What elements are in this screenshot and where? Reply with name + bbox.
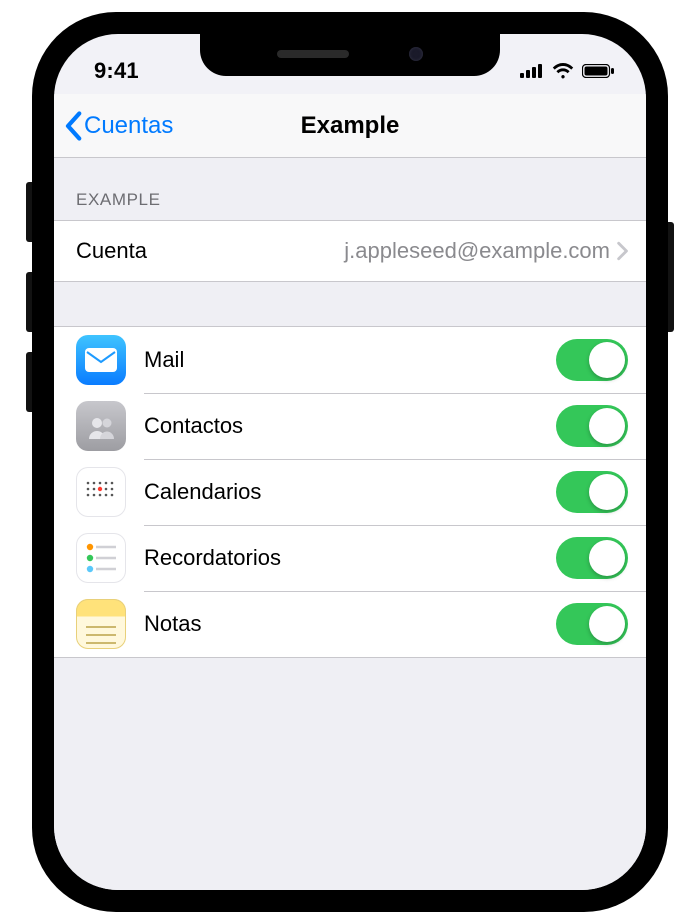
service-row-notes: Notas xyxy=(54,591,646,657)
section-gap xyxy=(54,282,646,326)
service-row-calendar: Calendarios xyxy=(54,459,646,525)
account-group: Cuenta j.appleseed@example.com xyxy=(54,220,646,282)
wifi-icon xyxy=(552,63,574,79)
battery-icon xyxy=(582,64,614,78)
account-row[interactable]: Cuenta j.appleseed@example.com xyxy=(54,221,646,281)
mail-icon xyxy=(76,335,126,385)
back-button[interactable]: Cuentas xyxy=(54,111,173,141)
notes-toggle[interactable] xyxy=(556,603,628,645)
back-label: Cuentas xyxy=(84,112,173,140)
service-label: Contactos xyxy=(144,413,556,439)
navigation-bar: Cuentas Example xyxy=(54,94,646,158)
calendar-toggle[interactable] xyxy=(556,471,628,513)
reminders-toggle[interactable] xyxy=(556,537,628,579)
account-label: Cuenta xyxy=(76,238,147,264)
section-header: Example xyxy=(54,158,646,220)
contacts-icon xyxy=(76,401,126,451)
service-label: Mail xyxy=(144,347,556,373)
notch xyxy=(200,34,500,76)
chevron-right-icon xyxy=(616,241,628,261)
service-label: Calendarios xyxy=(144,479,556,505)
chevron-left-icon xyxy=(64,111,82,141)
mail-toggle[interactable] xyxy=(556,339,628,381)
service-label: Recordatorios xyxy=(144,545,556,571)
contacts-toggle[interactable] xyxy=(556,405,628,447)
service-row-contacts: Contactos xyxy=(54,393,646,459)
reminders-icon xyxy=(76,533,126,583)
content: Example Cuenta j.appleseed@example.com M… xyxy=(54,158,646,890)
phone-frame: 9:41 Cuentas Example Example Cuenta j.ap… xyxy=(32,12,668,912)
status-indicators xyxy=(520,63,614,79)
status-time: 9:41 xyxy=(94,58,139,84)
service-row-reminders: Recordatorios xyxy=(54,525,646,591)
services-group: Mail Contactos Calendarios xyxy=(54,326,646,658)
cellular-icon xyxy=(520,64,544,78)
account-value: j.appleseed@example.com xyxy=(147,238,610,264)
front-camera xyxy=(409,47,423,61)
notes-icon xyxy=(76,599,126,649)
service-row-mail: Mail xyxy=(54,327,646,393)
service-label: Notas xyxy=(144,611,556,637)
screen: 9:41 Cuentas Example Example Cuenta j.ap… xyxy=(54,34,646,890)
speaker-grille xyxy=(277,50,349,58)
calendar-icon xyxy=(76,467,126,517)
